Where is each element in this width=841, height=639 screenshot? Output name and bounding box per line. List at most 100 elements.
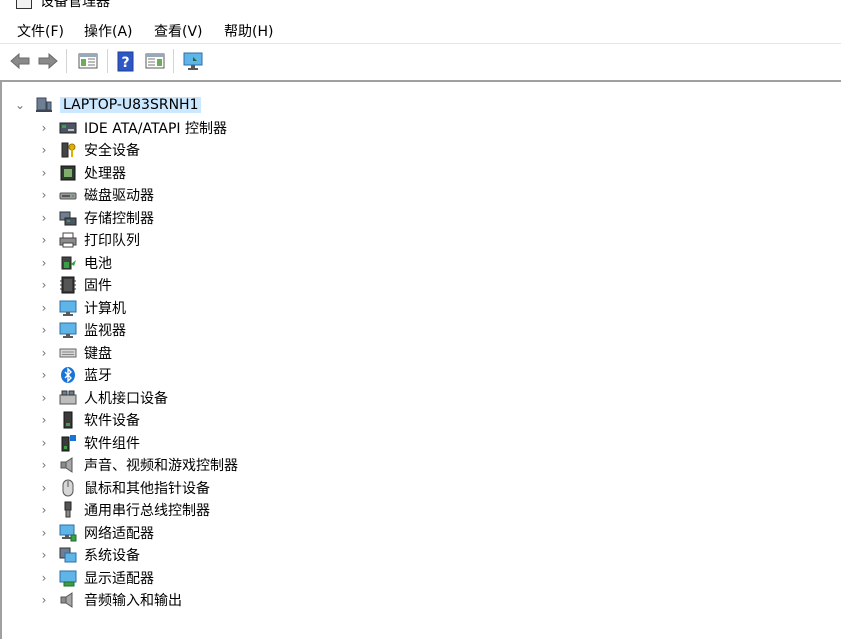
forward-arrow-icon[interactable] (37, 50, 59, 72)
tree-item[interactable]: › 键盘 (38, 342, 112, 364)
tree-item-label: 计算机 (84, 300, 126, 317)
tree-item-label: 人机接口设备 (84, 390, 168, 407)
tree-item[interactable]: › 网络适配器 (38, 522, 154, 544)
tree-item-label: 蓝牙 (84, 368, 112, 384)
tree-item[interactable]: › 鼠标和其他指针设备 (38, 477, 210, 499)
chevron-right-icon[interactable]: › (38, 188, 50, 202)
tree-item[interactable]: › 计算机 (38, 297, 126, 319)
chevron-right-icon[interactable]: › (38, 233, 50, 247)
toolbar-separator (173, 49, 174, 73)
menu-file[interactable]: 文件(F) (15, 20, 66, 42)
tree-item-label: 固件 (84, 278, 112, 294)
tree-item[interactable]: › 通用串行总线控制器 (38, 499, 210, 521)
menu-action[interactable]: 操作(A) (82, 20, 135, 42)
chevron-right-icon[interactable]: › (38, 481, 50, 495)
tree-root-node[interactable]: ⌄ LAPTOP-U83SRNH1 (14, 94, 202, 116)
chevron-right-icon[interactable]: › (38, 458, 50, 472)
tree-item-label: 电池 (84, 255, 112, 272)
title-bar: 设备管理器 (0, 0, 841, 16)
chevron-right-icon[interactable]: › (38, 548, 50, 562)
tree-item-label: 软件组件 (84, 435, 140, 452)
tree-item[interactable]: › 电池 (38, 252, 112, 274)
battery-icon (59, 254, 77, 272)
tree-item[interactable]: › IDE ATA/ATAPI 控制器 (38, 117, 227, 139)
tree-item-label: 网络适配器 (84, 525, 154, 542)
tree-item-label: 系统设备 (84, 548, 140, 564)
chevron-right-icon[interactable]: › (38, 166, 50, 180)
chevron-right-icon[interactable]: › (38, 211, 50, 225)
chevron-right-icon[interactable]: › (38, 278, 50, 292)
help-icon[interactable]: ? (115, 50, 137, 72)
chevron-right-icon[interactable]: › (38, 436, 50, 450)
tree-item[interactable]: › 磁盘驱动器 (38, 184, 154, 206)
tree-item[interactable]: › 软件设备 (38, 409, 140, 431)
svg-text:?: ? (121, 55, 129, 71)
tree-root-label: LAPTOP-U83SRNH1 (60, 97, 202, 113)
chevron-right-icon[interactable]: › (38, 143, 50, 157)
software-device-icon (59, 411, 77, 429)
usb-icon (59, 501, 77, 519)
chevron-right-icon[interactable]: › (38, 503, 50, 517)
tree-item-label: 鼠标和其他指针设备 (84, 480, 210, 497)
menu-view[interactable]: 查看(V) (152, 20, 205, 42)
storage-controller-icon (59, 209, 77, 227)
tree-item[interactable]: › 安全设备 (38, 139, 140, 161)
chevron-right-icon[interactable]: › (38, 323, 50, 337)
tree-item[interactable]: › 监视器 (38, 319, 126, 341)
tree-item[interactable]: › 存储控制器 (38, 207, 154, 229)
scan-hardware-monitor-icon[interactable] (182, 50, 204, 72)
computer-icon (59, 299, 77, 317)
tree-item-label: 软件设备 (84, 413, 140, 429)
chevron-right-icon[interactable]: › (38, 256, 50, 270)
bluetooth-icon (59, 366, 77, 384)
tree-item[interactable]: › 处理器 (38, 162, 126, 184)
device-tree: ⌄ LAPTOP-U83SRNH1 › IDE ATA/ATAPI 控制器 › 安全设备 ›… (0, 80, 841, 639)
properties-icon[interactable] (144, 50, 166, 72)
chevron-right-icon[interactable]: › (38, 121, 50, 135)
tree-item[interactable]: › 系统设备 (38, 544, 140, 566)
system-device-icon (59, 546, 77, 564)
mouse-icon (59, 479, 77, 497)
chevron-right-icon[interactable]: › (38, 301, 50, 315)
display-adapter-icon (59, 569, 77, 587)
tree-item-label: 通用串行总线控制器 (84, 503, 210, 519)
tree-item[interactable]: › 音频输入和输出 (38, 589, 182, 611)
toolbar-separator (66, 49, 67, 73)
back-arrow-icon[interactable] (9, 50, 31, 72)
tree-item-label: 磁盘驱动器 (84, 188, 154, 204)
chevron-right-icon[interactable]: › (38, 346, 50, 360)
tree-item[interactable]: › 人机接口设备 (38, 387, 168, 409)
chevron-right-icon[interactable]: › (38, 368, 50, 382)
tree-item-label: 声音、视频和游戏控制器 (84, 458, 238, 474)
device-manager-app-icon (16, 0, 32, 9)
printer-icon (59, 231, 77, 249)
tree-item[interactable]: › 软件组件 (38, 432, 140, 454)
firmware-icon (59, 276, 77, 294)
toolbar: ? (0, 44, 841, 78)
tree-item-label: 打印队列 (84, 233, 140, 249)
keyboard-icon (59, 344, 77, 362)
tree-item-label: IDE ATA/ATAPI 控制器 (84, 120, 228, 137)
tree-item[interactable]: › 打印队列 (38, 229, 140, 251)
software-component-icon (59, 434, 77, 452)
tree-item[interactable]: › 声音、视频和游戏控制器 (38, 454, 238, 476)
disk-drive-icon (59, 186, 77, 204)
tree-item[interactable]: › 固件 (38, 274, 112, 296)
tree-item-label: 监视器 (84, 323, 126, 339)
chevron-right-icon[interactable]: › (38, 413, 50, 427)
tree-item[interactable]: › 蓝牙 (38, 364, 112, 386)
chevron-right-icon[interactable]: › (38, 391, 50, 405)
security-device-icon (59, 141, 77, 159)
tree-item[interactable]: › 显示适配器 (38, 567, 154, 589)
chevron-right-icon[interactable]: › (38, 593, 50, 607)
tree-item-label: 处理器 (84, 165, 126, 182)
chevron-down-icon[interactable]: ⌄ (14, 98, 26, 112)
chevron-right-icon[interactable]: › (38, 526, 50, 540)
chevron-right-icon[interactable]: › (38, 571, 50, 585)
menu-help[interactable]: 帮助(H) (222, 20, 275, 42)
audio-io-icon (59, 591, 77, 609)
show-hide-console-tree-icon[interactable] (77, 50, 99, 72)
tree-item-label: 安全设备 (84, 143, 140, 159)
network-adapter-icon (59, 524, 77, 542)
hid-icon (59, 389, 77, 407)
